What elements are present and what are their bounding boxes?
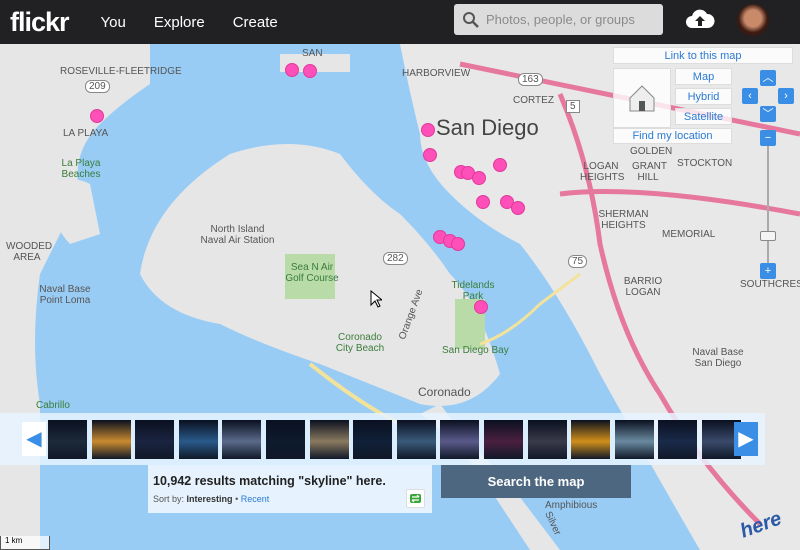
strip-prev-button[interactable]: ◀ bbox=[22, 422, 46, 456]
upload-cloud-icon[interactable] bbox=[685, 8, 715, 32]
pan-down-icon[interactable]: ﹀ bbox=[760, 106, 776, 122]
find-my-location[interactable]: Find my location bbox=[613, 128, 732, 144]
map-label: San Diego Bay bbox=[442, 345, 509, 356]
photo-marker[interactable] bbox=[285, 63, 299, 77]
map-label: GOLDEN bbox=[630, 146, 673, 157]
map-label: SOUTHCREST bbox=[740, 279, 800, 290]
cursor-icon bbox=[370, 290, 382, 308]
map-label: La Playa Beaches bbox=[61, 158, 101, 180]
pan-right-icon[interactable]: › bbox=[778, 88, 794, 104]
photo-thumbnail[interactable] bbox=[178, 420, 218, 459]
map-label: Naval Base Point Loma bbox=[39, 284, 91, 306]
map-label: STOCKTON bbox=[677, 158, 733, 169]
zoom-slider-handle[interactable] bbox=[760, 231, 776, 241]
sort-recent[interactable]: Recent bbox=[241, 494, 270, 504]
pan-up-icon[interactable]: ︿ bbox=[760, 70, 776, 86]
photo-thumbnail[interactable] bbox=[266, 420, 305, 459]
map-label: Coronado bbox=[418, 385, 471, 399]
zoom-out-button[interactable]: − bbox=[760, 130, 776, 146]
strip-next-button[interactable]: ▶ bbox=[734, 422, 758, 456]
road-shield: 5 bbox=[566, 100, 580, 113]
map-label: BARRIO LOGAN bbox=[623, 276, 663, 298]
photo-thumbnail[interactable] bbox=[135, 420, 175, 459]
map-label: GRANT HILL bbox=[632, 161, 667, 183]
map-label: Tidelands Park bbox=[451, 280, 495, 302]
map-label: Coronado City Beach bbox=[335, 332, 385, 354]
results-count: 10,942 results matching "skyline" here. bbox=[153, 474, 386, 488]
search-input[interactable]: Photos, people, or groups bbox=[454, 4, 663, 35]
search-the-map-button[interactable]: Search the map bbox=[441, 465, 631, 498]
photo-marker[interactable] bbox=[474, 300, 488, 314]
photo-thumbnail[interactable] bbox=[396, 420, 436, 459]
map-label: Sea N Air Golf Course bbox=[285, 262, 339, 284]
road-shield: 75 bbox=[568, 255, 588, 268]
photo-thumbnail[interactable] bbox=[222, 420, 262, 459]
top-nav: flickr You Explore Create Photos, people… bbox=[0, 0, 800, 44]
zoom-in-button[interactable]: + bbox=[760, 263, 776, 279]
scale-bar: 1 km bbox=[0, 536, 50, 550]
photo-thumbnail[interactable] bbox=[484, 420, 523, 459]
map-label: Naval Base San Diego bbox=[692, 347, 744, 369]
road-shield: 209 bbox=[85, 80, 110, 93]
nav-create[interactable]: Create bbox=[233, 14, 278, 31]
photo-marker[interactable] bbox=[511, 201, 525, 215]
home-icon bbox=[629, 85, 655, 112]
pan-left-icon[interactable]: ‹ bbox=[742, 88, 758, 104]
photo-marker[interactable] bbox=[421, 123, 435, 137]
photo-strip: ◀ ▶ bbox=[0, 413, 765, 465]
map-label: LA PLAYA bbox=[63, 128, 109, 139]
map-label: ROSEVILLE-FLEETRIDGE bbox=[60, 66, 182, 77]
photo-thumbnail[interactable] bbox=[614, 420, 654, 459]
link-to-map[interactable]: Link to this map bbox=[613, 47, 793, 64]
flickr-logo[interactable]: flickr bbox=[10, 7, 70, 38]
photo-marker[interactable] bbox=[493, 158, 507, 172]
avatar[interactable] bbox=[737, 4, 769, 36]
map-label: CORTEZ bbox=[513, 95, 554, 106]
photo-marker[interactable] bbox=[303, 64, 317, 78]
photo-thumbnail[interactable] bbox=[571, 420, 611, 459]
home-button[interactable] bbox=[613, 68, 671, 128]
photo-thumbnail[interactable] bbox=[527, 420, 567, 459]
photo-thumbnail[interactable] bbox=[309, 420, 349, 459]
sort-options: Sort by: Interesting • Recent bbox=[153, 494, 270, 504]
photo-thumbnail[interactable] bbox=[91, 420, 131, 459]
photo-marker[interactable] bbox=[90, 109, 104, 123]
map-label: San Diego bbox=[436, 115, 539, 140]
map-label: SAN bbox=[302, 48, 323, 59]
sort-interesting[interactable]: Interesting bbox=[187, 494, 233, 504]
map[interactable]: ROSEVILLE-FLEETRIDGE SAN HARBORVIEW CORT… bbox=[0, 44, 800, 550]
photo-thumbnail[interactable] bbox=[658, 420, 698, 459]
map-label: LOGAN HEIGHTS bbox=[580, 161, 625, 183]
map-label: WOODED AREA bbox=[6, 241, 53, 263]
map-label: MEMORIAL bbox=[662, 229, 716, 240]
map-label: SHERMAN HEIGHTS bbox=[598, 209, 649, 231]
road-shield: 163 bbox=[518, 73, 543, 86]
photo-thumbnail[interactable] bbox=[440, 420, 480, 459]
photo-thumbnail[interactable] bbox=[48, 420, 87, 459]
nav-you[interactable]: You bbox=[101, 14, 126, 31]
map-type-map[interactable]: Map bbox=[675, 68, 732, 85]
photo-marker[interactable] bbox=[472, 171, 486, 185]
photo-marker[interactable] bbox=[451, 237, 465, 251]
road-shield: 282 bbox=[383, 252, 408, 265]
map-type-satellite[interactable]: Satellite bbox=[675, 108, 732, 125]
map-type-hybrid[interactable]: Hybrid bbox=[675, 88, 732, 105]
photo-thumbnail[interactable] bbox=[353, 420, 393, 459]
map-label: Amphibious bbox=[545, 500, 598, 511]
photo-marker[interactable] bbox=[423, 148, 437, 162]
photo-marker[interactable] bbox=[476, 195, 490, 209]
nav-explore[interactable]: Explore bbox=[154, 14, 205, 31]
map-label: North Island Naval Air Station bbox=[200, 224, 275, 246]
map-label: HARBORVIEW bbox=[402, 68, 471, 79]
map-label: Cabrillo bbox=[36, 400, 70, 411]
zoom-slider-track[interactable] bbox=[767, 139, 769, 269]
refresh-button[interactable] bbox=[406, 489, 425, 508]
results-panel: 10,942 results matching "skyline" here. … bbox=[148, 465, 432, 513]
refresh-icon bbox=[410, 494, 421, 503]
search-icon bbox=[463, 11, 479, 28]
